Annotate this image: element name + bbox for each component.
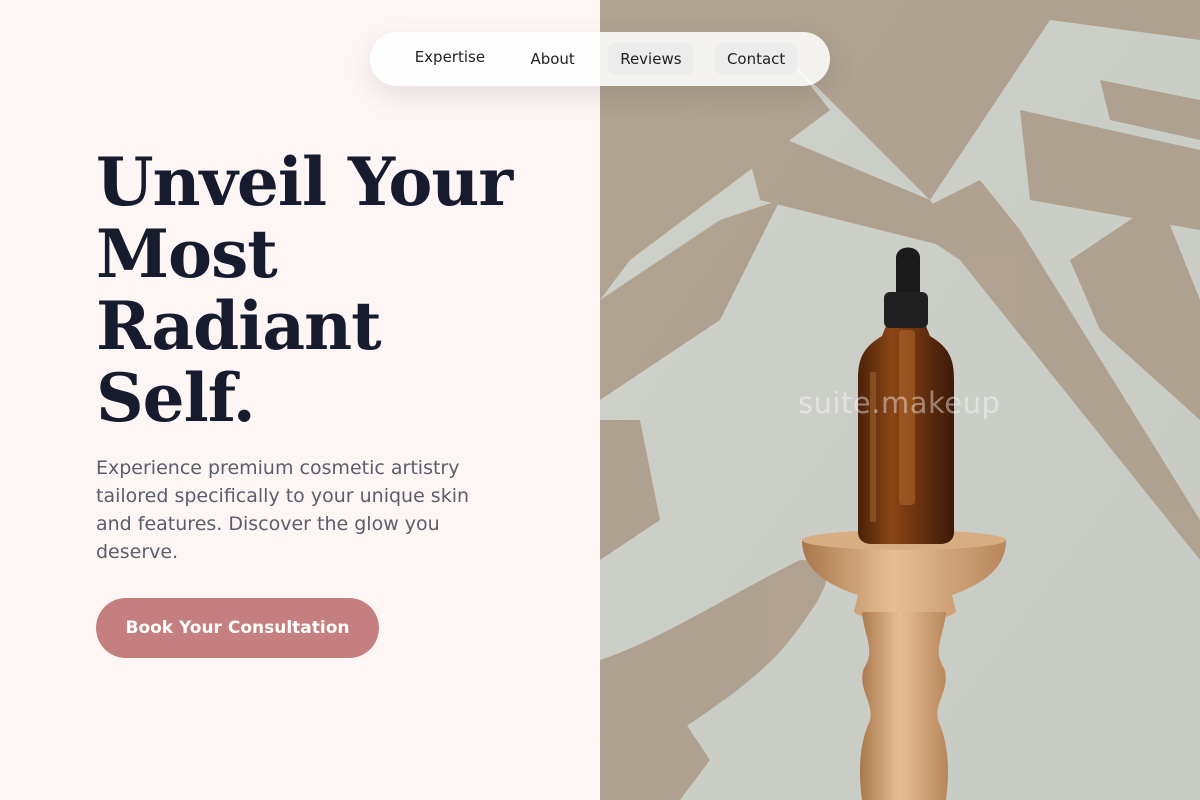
nav-link-expertise[interactable]: Expertise <box>403 41 497 73</box>
nav-link-contact[interactable]: Contact <box>714 43 798 75</box>
nav-link-about[interactable]: About <box>518 43 586 75</box>
hero-panel: Unveil Your Most Radiant Self. Experienc… <box>0 0 600 800</box>
hero-title: Unveil Your Most Radiant Self. <box>96 143 513 437</box>
hero-subtitle: Experience premium cosmetic artistry tai… <box>96 457 470 563</box>
nav-link-reviews[interactable]: Reviews <box>608 43 694 75</box>
book-consultation-button[interactable]: Book Your Consultation <box>96 598 379 658</box>
watermark-text: suite.makeup <box>798 386 1001 420</box>
top-navigation: Expertise About Reviews Contact <box>370 32 830 86</box>
